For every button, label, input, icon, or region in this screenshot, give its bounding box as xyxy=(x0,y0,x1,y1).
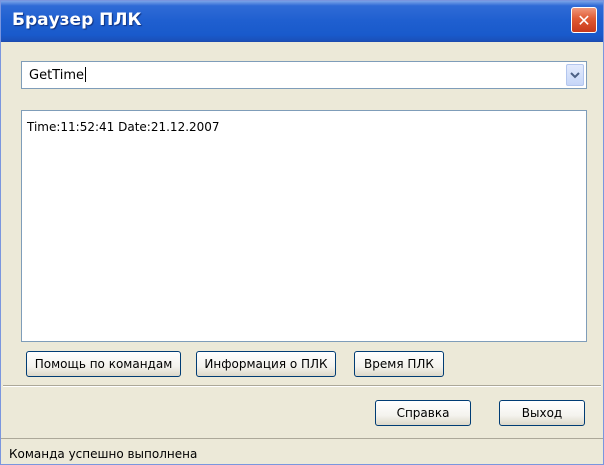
plc-info-button[interactable]: Информация о ПЛК xyxy=(196,351,336,377)
window-title: Браузер ПЛК xyxy=(12,10,142,30)
output-text: Time:11:52:41 Date:21.12.2007 xyxy=(27,120,220,134)
command-input[interactable]: GetTime xyxy=(29,67,86,83)
title-bar[interactable]: Браузер ПЛК ✕ xyxy=(1,1,603,42)
output-textarea[interactable]: Time:11:52:41 Date:21.12.2007 xyxy=(21,110,587,342)
chevron-down-icon xyxy=(570,72,580,79)
help-commands-button[interactable]: Помощь по командам xyxy=(26,351,181,377)
close-icon: ✕ xyxy=(577,10,591,30)
help-button[interactable]: Справка xyxy=(375,400,471,426)
plc-time-button[interactable]: Время ПЛК xyxy=(354,351,444,377)
combo-dropdown-button[interactable] xyxy=(566,64,584,86)
text-caret xyxy=(84,67,86,82)
divider xyxy=(3,385,601,387)
command-combobox[interactable]: GetTime xyxy=(21,61,587,89)
close-button[interactable]: ✕ xyxy=(571,7,597,33)
exit-button[interactable]: Выход xyxy=(499,400,585,426)
status-text: Команда успешно выполнена xyxy=(9,447,198,461)
status-bar: Команда успешно выполнена xyxy=(1,438,603,464)
command-input-value: GetTime xyxy=(29,68,84,83)
plc-browser-window: Браузер ПЛК ✕ GetTime Time:11:52:41 Date… xyxy=(0,0,604,465)
